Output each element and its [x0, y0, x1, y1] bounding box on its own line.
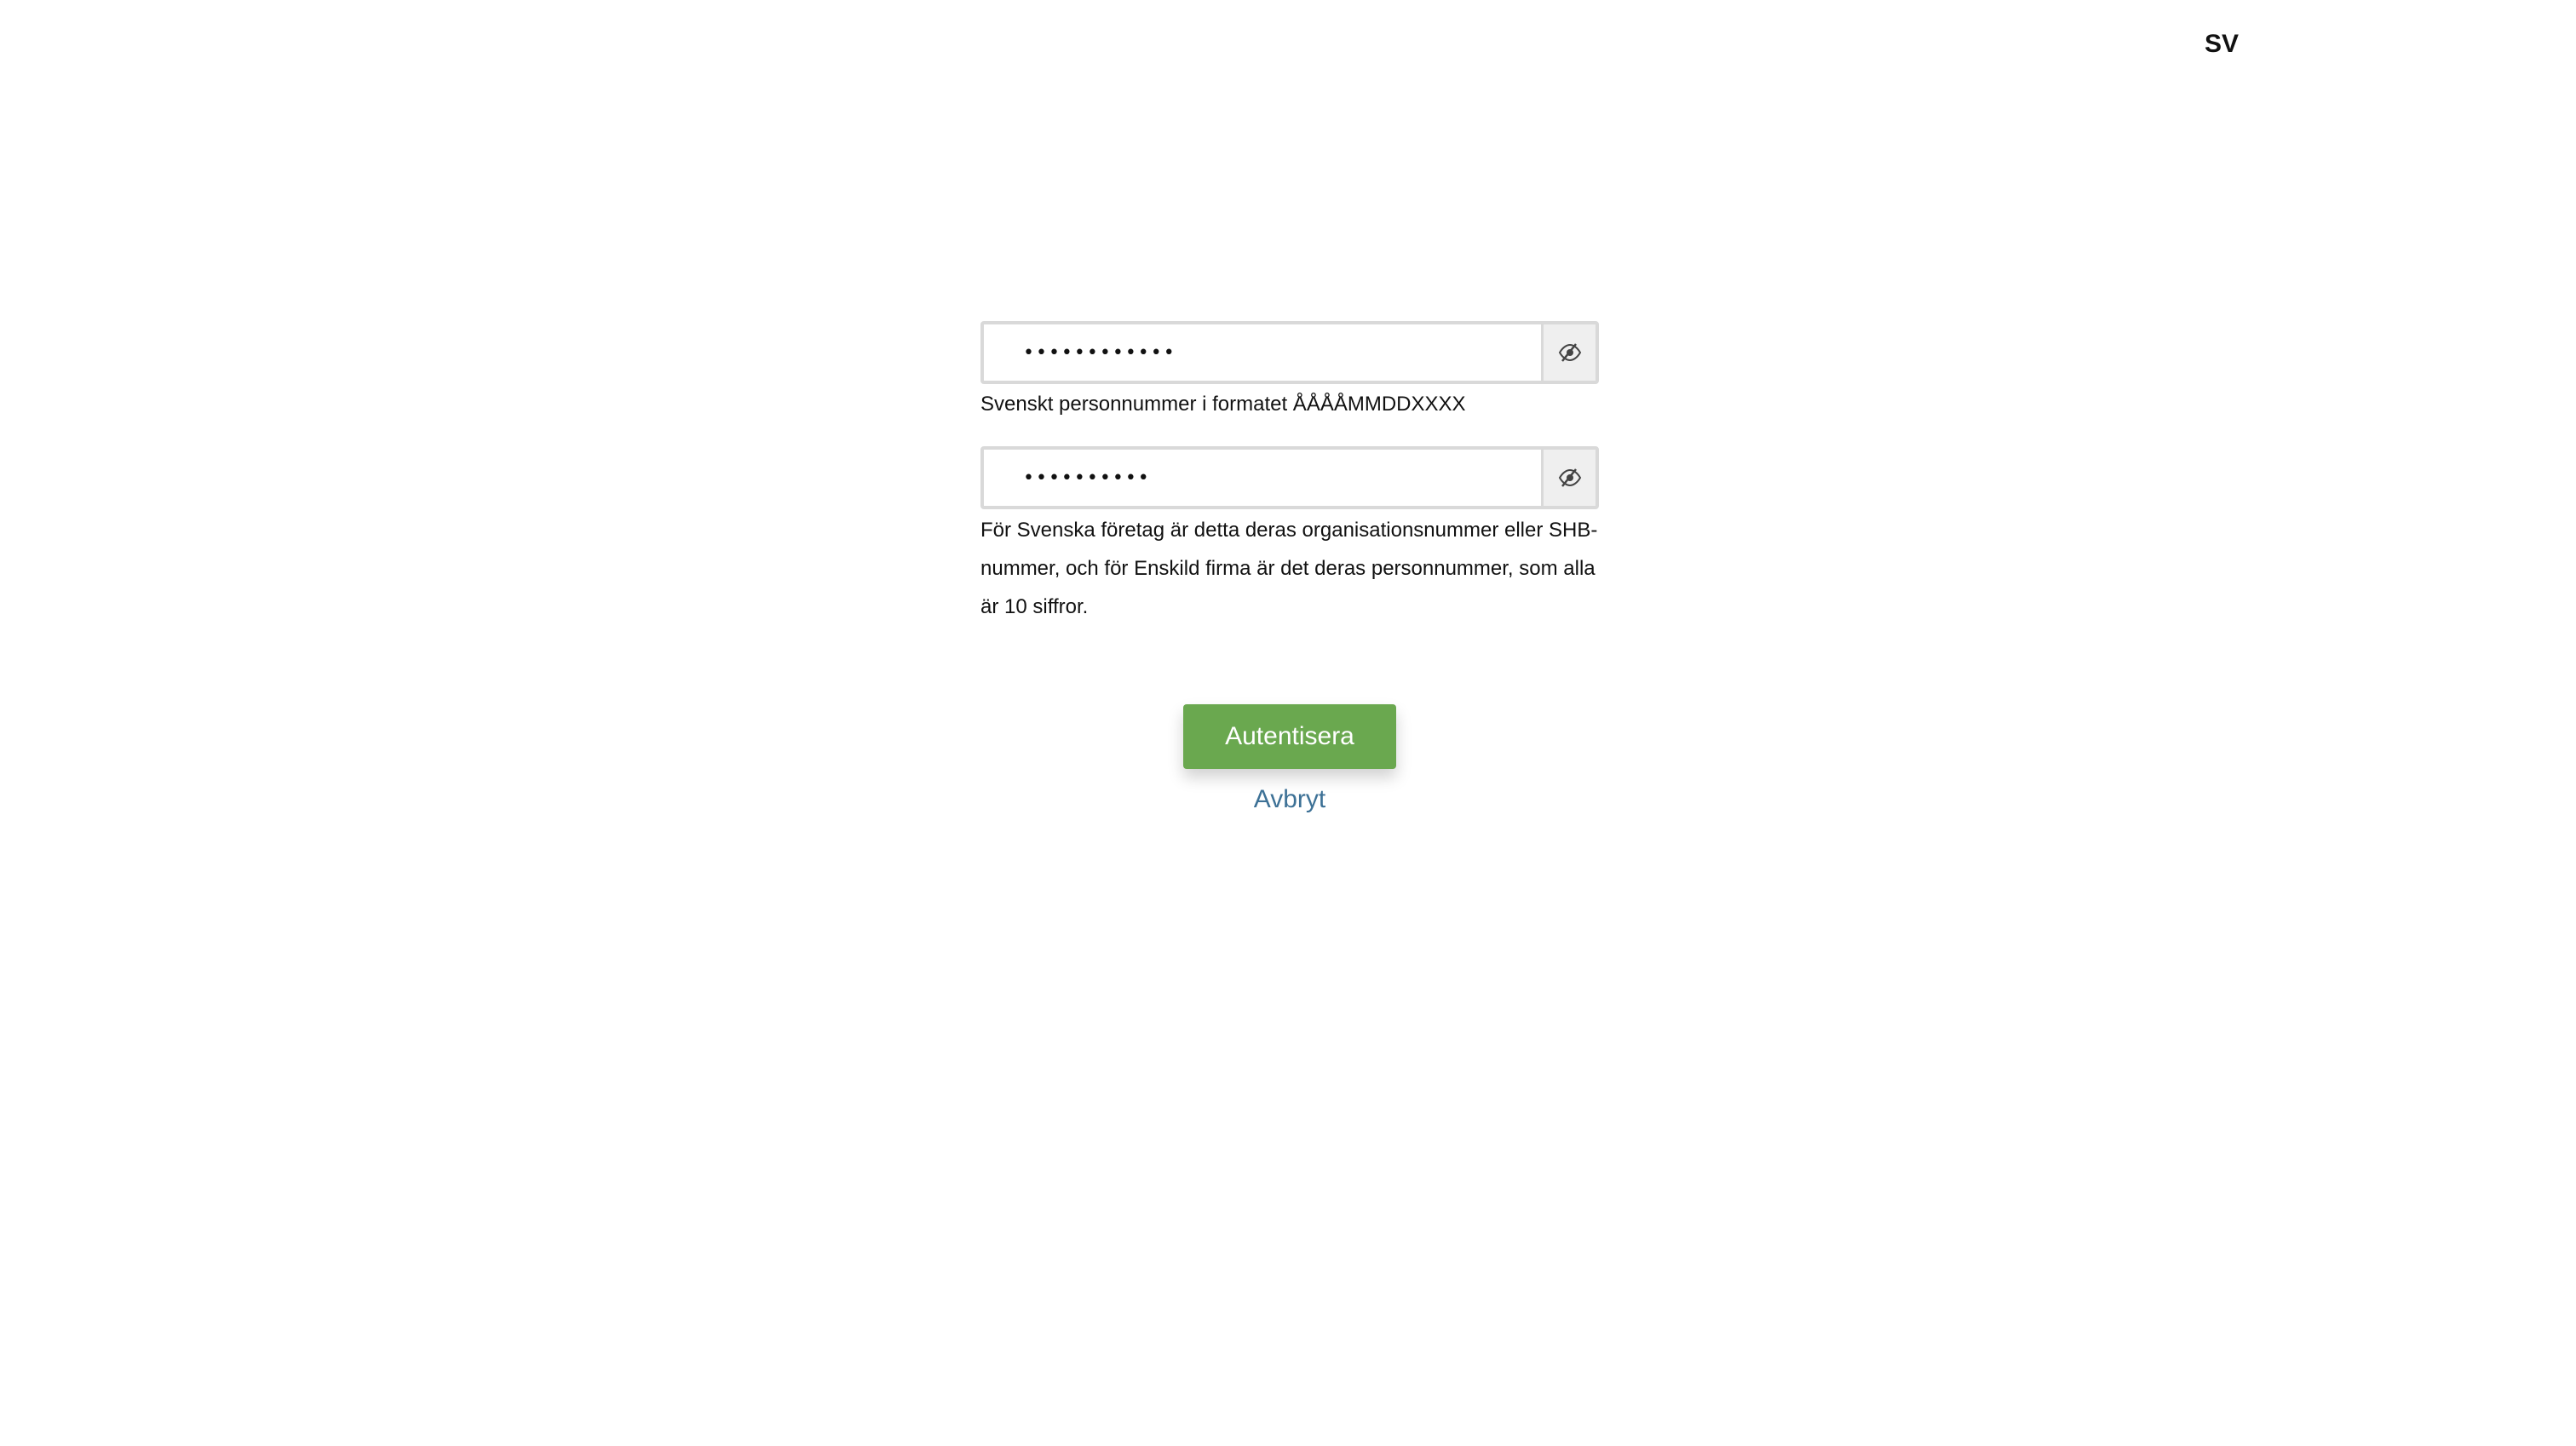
eye-slash-icon [1558, 343, 1581, 362]
personal-number-help-text: Svenskt personnummer i formatet ÅÅÅÅMMDD… [980, 393, 1466, 416]
language-selector[interactable]: SV [2205, 29, 2242, 60]
eye-slash-icon [1558, 468, 1581, 487]
organisation-number-help-text: För Svenska företag är detta deras organ… [980, 519, 1598, 618]
organisation-number-field-wrapper [980, 446, 1599, 509]
personal-number-visibility-toggle[interactable] [1541, 324, 1596, 381]
personal-number-input[interactable] [984, 324, 1541, 381]
personal-number-field-wrapper [980, 321, 1599, 384]
form-actions: Autentisera Avbryt [980, 704, 1599, 818]
cancel-link[interactable]: Avbryt [980, 781, 1599, 818]
organisation-number-input[interactable] [984, 450, 1541, 506]
organisation-number-visibility-toggle[interactable] [1541, 450, 1596, 506]
authenticate-button[interactable]: Autentisera [1183, 704, 1396, 769]
auth-form: Svenskt personnummer i formatet ÅÅÅÅMMDD… [980, 321, 1599, 626]
